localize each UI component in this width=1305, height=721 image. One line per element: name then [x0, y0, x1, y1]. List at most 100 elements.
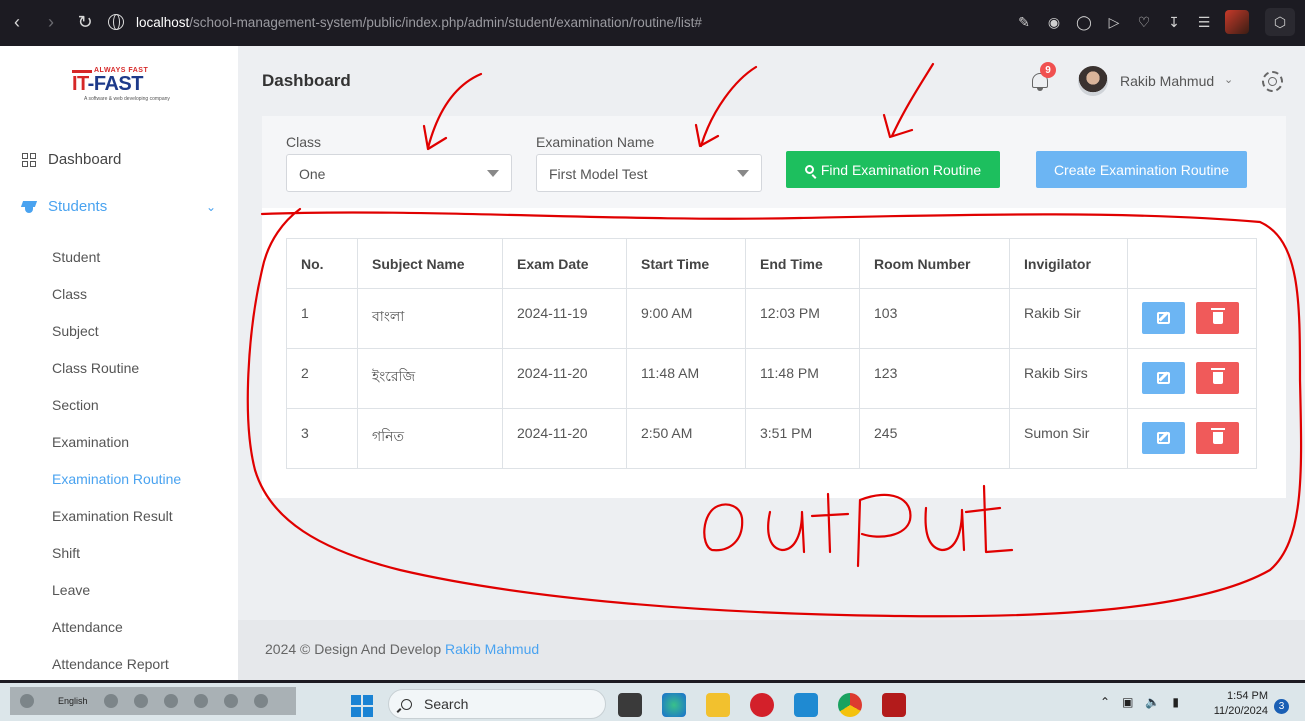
edit-icon[interactable]: ✎	[1015, 13, 1033, 31]
browser-profile-avatar[interactable]	[1225, 10, 1249, 34]
col-header-actions	[1127, 238, 1257, 289]
task-view-icon[interactable]	[618, 693, 642, 717]
cell-end-time: 3:51 PM	[745, 408, 860, 469]
logo[interactable]: ALWAYS FAST IT-FAST A software & web dev…	[72, 66, 172, 104]
sidebar: ALWAYS FAST IT-FAST A software & web dev…	[0, 46, 238, 680]
extensions-icon[interactable]: ⬡	[1265, 8, 1295, 36]
caret-down-icon	[487, 170, 499, 177]
sidebar-item-subject[interactable]: Subject	[52, 312, 181, 349]
delete-button[interactable]	[1196, 422, 1239, 454]
cell-actions	[1127, 408, 1257, 469]
cell-end-time: 11:48 PM	[745, 348, 860, 409]
sidebar-item-students[interactable]: Students ⌄	[22, 198, 216, 215]
edit-icon[interactable]	[193, 694, 208, 708]
cell-actions	[1127, 348, 1257, 409]
page-title: Dashboard	[262, 71, 351, 90]
sidebar-item-examination[interactable]: Examination	[52, 423, 181, 460]
taskbar: English Search ⌃ ▣ 🔈 ▮ 1:54 PM 11/20/202…	[0, 683, 1305, 721]
sidebar-item-section[interactable]: Section	[52, 386, 181, 423]
search-icon	[804, 165, 814, 174]
play-icon[interactable]: ▷	[1105, 13, 1123, 31]
cell-no: 1	[286, 288, 358, 349]
avatar[interactable]	[1078, 66, 1108, 96]
edit-icon	[1157, 432, 1170, 444]
chevron-down-icon[interactable]: ⌄	[1224, 73, 1233, 86]
network-icon[interactable]: ▣	[1122, 695, 1133, 709]
help-icon[interactable]	[223, 694, 238, 708]
taskbar-search-input[interactable]: Search	[388, 689, 606, 719]
language-label[interactable]: English	[58, 696, 88, 706]
forward-icon[interactable]: ›	[34, 5, 68, 39]
notification-badge: 9	[1040, 62, 1056, 78]
edit-button[interactable]	[1142, 302, 1185, 334]
reload-icon[interactable]: ↻	[68, 5, 102, 39]
vscode-icon[interactable]	[794, 693, 818, 717]
address-bar[interactable]: localhost/school-management-system/publi…	[108, 14, 702, 30]
sidebar-item-class-routine[interactable]: Class Routine	[52, 349, 181, 386]
edit-button[interactable]	[1142, 422, 1185, 454]
edit-icon	[1157, 312, 1170, 324]
sidebar-item-attendance[interactable]: Attendance	[52, 608, 181, 645]
edit-button[interactable]	[1142, 362, 1185, 394]
col-header-start-time: Start Time	[626, 238, 746, 289]
file-explorer-icon[interactable]	[706, 693, 730, 717]
table-header-row: No. Subject Name Exam Date Start Time En…	[286, 238, 1257, 289]
search-icon	[401, 698, 412, 710]
cell-start-time: 11:48 AM	[626, 348, 746, 409]
sidebar-item-leave[interactable]: Leave	[52, 571, 181, 608]
sidebar-item-dashboard[interactable]: Dashboard	[22, 151, 121, 168]
table-row: 3 গনিত 2024-11-20 2:50 AM 3:51 PM 245 Su…	[286, 408, 1257, 469]
chevron-down-icon: ⌄	[205, 199, 216, 214]
sidebar-item-student[interactable]: Student	[52, 238, 181, 275]
windows-start-icon[interactable]	[351, 695, 373, 717]
sidebar-item-class[interactable]: Class	[52, 275, 181, 312]
keyboard-icon[interactable]	[103, 694, 118, 708]
camera-icon[interactable]: ◉	[1045, 13, 1063, 31]
filter-card: Class One Examination Name First Model T…	[262, 116, 1286, 208]
back-icon[interactable]: ‹	[0, 5, 34, 39]
app-page: ALWAYS FAST IT-FAST A software & web dev…	[0, 46, 1305, 680]
shield-icon[interactable]: ◯	[1075, 13, 1093, 31]
footer-author-link[interactable]: Rakib Mahmud	[445, 641, 539, 657]
chevron-up-icon[interactable]: ⌃	[1100, 695, 1110, 709]
font-icon[interactable]	[133, 694, 148, 708]
menu-icon[interactable]: ☰	[1195, 13, 1213, 31]
taskbar-clock[interactable]: 1:54 PM 11/20/2024	[1206, 689, 1268, 719]
col-header-subject: Subject Name	[357, 238, 503, 289]
class-select[interactable]: One	[286, 154, 512, 192]
filezilla-icon[interactable]	[882, 693, 906, 717]
gear-icon[interactable]	[1262, 71, 1283, 92]
cell-room: 123	[859, 348, 1010, 409]
delete-button[interactable]	[1196, 302, 1239, 334]
notification-center-badge[interactable]: 3	[1274, 699, 1289, 714]
col-header-end-time: End Time	[745, 238, 860, 289]
delete-button[interactable]	[1196, 362, 1239, 394]
sidebar-item-examination-result[interactable]: Examination Result	[52, 497, 181, 534]
sidebar-item-examination-routine[interactable]: Examination Routine	[52, 460, 181, 497]
url-host: localhost	[136, 14, 190, 30]
sidebar-item-attendance-report[interactable]: Attendance Report	[52, 645, 181, 680]
cell-subject: বাংলা	[357, 288, 503, 349]
user-name[interactable]: Rakib Mahmud	[1120, 73, 1214, 89]
volume-icon[interactable]: 🔈	[1145, 695, 1160, 709]
cell-subject: ইংরেজি	[357, 348, 503, 409]
opera-browser-icon[interactable]	[750, 693, 774, 717]
heart-icon[interactable]: ♡	[1135, 13, 1153, 31]
battery-icon[interactable]: ▮	[1172, 695, 1179, 709]
download-icon[interactable]: ↧	[1165, 13, 1183, 31]
edge-browser-icon[interactable]	[662, 693, 686, 717]
chrome-browser-icon[interactable]	[838, 693, 862, 717]
sidebar-item-shift[interactable]: Shift	[52, 534, 181, 571]
footer-text: 2024 © Design And Develop Rakib Mahmud	[265, 641, 540, 657]
cell-exam-date: 2024-11-20	[502, 408, 627, 469]
routine-table-card: No. Subject Name Exam Date Start Time En…	[262, 208, 1286, 498]
exam-name-select[interactable]: First Model Test	[536, 154, 762, 192]
class-label: Class	[286, 134, 322, 150]
find-routine-button[interactable]: Find Examination Routine	[786, 151, 1000, 188]
bangla-input-icon[interactable]	[20, 694, 34, 708]
exam-name-label: Examination Name	[536, 134, 655, 150]
settings-icon[interactable]	[163, 694, 178, 708]
create-routine-button[interactable]: Create Examination Routine	[1036, 151, 1247, 188]
cell-no: 2	[286, 348, 358, 409]
info-icon[interactable]	[253, 694, 268, 708]
